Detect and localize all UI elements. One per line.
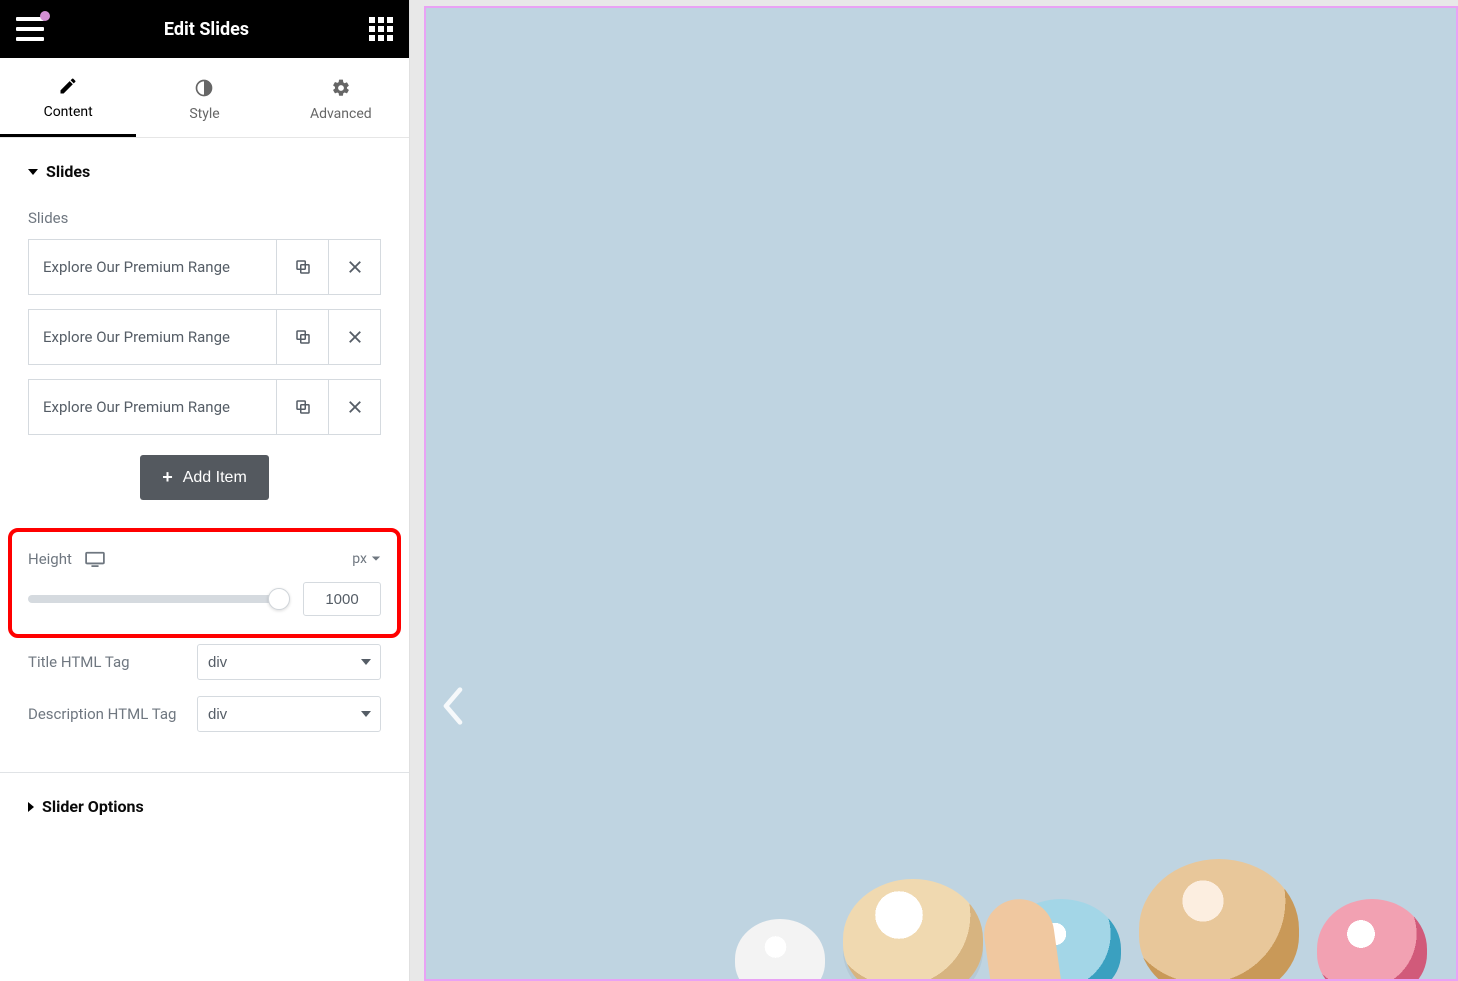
duplicate-slide-button[interactable] <box>276 310 328 364</box>
app-root: Edit Slides Content Style <box>0 0 1458 981</box>
chevron-down-icon <box>371 555 381 563</box>
duplicate-slide-button[interactable] <box>276 380 328 434</box>
preview-canvas[interactable] <box>424 6 1458 981</box>
remove-slide-button[interactable] <box>328 310 380 364</box>
gear-icon <box>331 78 351 98</box>
slide-item-label[interactable]: Explore Our Premium Range <box>29 310 276 364</box>
slide-item: Explore Our Premium Range <box>28 309 381 365</box>
section-slides-toggle[interactable]: Slides <box>28 162 381 181</box>
desktop-device-button[interactable] <box>84 551 106 567</box>
caret-down-icon <box>28 169 38 175</box>
slide-item: Explore Our Premium Range <box>28 379 381 435</box>
slide-item-label[interactable]: Explore Our Premium Range <box>29 380 276 434</box>
contrast-icon <box>194 78 214 98</box>
height-unit-select[interactable]: px <box>352 551 381 567</box>
chevron-left-icon <box>438 685 468 727</box>
description-tag-select[interactable]: div <box>197 696 381 732</box>
panel-tabs: Content Style Advanced <box>0 58 409 138</box>
slides-list-label: Slides <box>28 209 381 227</box>
panel-header: Edit Slides <box>0 0 409 58</box>
close-icon <box>346 398 364 416</box>
menu-button[interactable] <box>16 17 44 41</box>
preview-area <box>410 0 1458 981</box>
slide-prev-button[interactable] <box>438 685 468 731</box>
caret-right-icon <box>28 802 34 812</box>
height-slider-thumb[interactable] <box>268 588 290 610</box>
height-control-header: Height px <box>28 550 381 568</box>
pencil-icon <box>58 76 78 96</box>
height-label: Height <box>28 550 72 568</box>
add-item-label: Add Item <box>183 469 247 487</box>
title-tag-label: Title HTML Tag <box>28 653 197 671</box>
remove-slide-button[interactable] <box>328 240 380 294</box>
tab-label: Content <box>44 104 93 120</box>
section-slider-options-toggle[interactable]: Slider Options <box>28 797 381 816</box>
slides-list: Explore Our Premium Range Explore Our Pr… <box>28 239 381 435</box>
notification-dot-icon <box>40 11 50 21</box>
copy-icon <box>294 398 312 416</box>
tab-label: Advanced <box>310 106 372 122</box>
remove-slide-button[interactable] <box>328 380 380 434</box>
panel-body: Slides Slides Explore Our Premium Range … <box>0 138 409 981</box>
plus-icon: + <box>162 467 173 488</box>
preview-decoration <box>735 839 1456 981</box>
title-html-tag-row: Title HTML Tag div <box>28 644 381 680</box>
close-icon <box>346 328 364 346</box>
copy-icon <box>294 258 312 276</box>
section-title: Slider Options <box>42 797 144 816</box>
slide-item-label[interactable]: Explore Our Premium Range <box>29 240 276 294</box>
tab-content[interactable]: Content <box>0 58 136 137</box>
duplicate-slide-button[interactable] <box>276 240 328 294</box>
description-tag-label: Description HTML Tag <box>28 705 197 723</box>
slide-item: Explore Our Premium Range <box>28 239 381 295</box>
height-value-input[interactable] <box>303 582 381 616</box>
height-control-highlight: Height px <box>8 528 401 638</box>
editor-panel: Edit Slides Content Style <box>0 0 410 981</box>
close-icon <box>346 258 364 276</box>
tab-style[interactable]: Style <box>136 58 272 137</box>
apps-grid-button[interactable] <box>369 17 393 41</box>
copy-icon <box>294 328 312 346</box>
height-unit-label: px <box>352 551 367 567</box>
height-slider-row <box>28 582 381 616</box>
panel-title: Edit Slides <box>164 19 249 40</box>
title-tag-select[interactable]: div <box>197 644 381 680</box>
tab-label: Style <box>189 106 219 122</box>
add-item-button[interactable]: + Add Item <box>140 455 269 500</box>
tab-advanced[interactable]: Advanced <box>273 58 409 137</box>
section-title: Slides <box>46 162 90 181</box>
description-html-tag-row: Description HTML Tag div <box>28 696 381 732</box>
height-slider[interactable] <box>28 595 289 603</box>
